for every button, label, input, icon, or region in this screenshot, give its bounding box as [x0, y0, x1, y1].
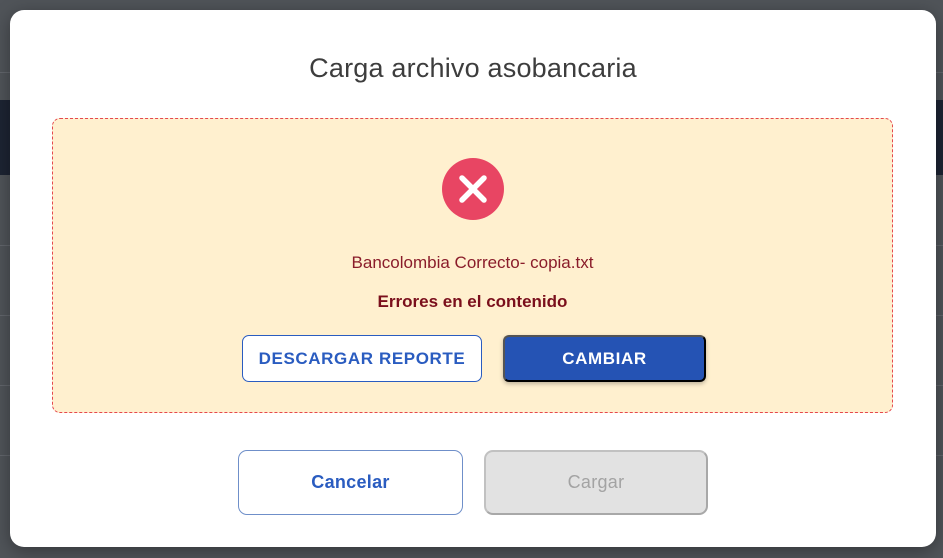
uploaded-file-name: Bancolombia Correcto- copia.txt [351, 253, 594, 272]
error-x-glyph [459, 175, 487, 203]
change-file-button[interactable]: CAMBIAR [503, 335, 706, 382]
upload-error-panel: Bancolombia Correcto- copia.txt Errores … [52, 118, 893, 413]
error-x-circle-icon [442, 158, 504, 220]
dialog-title: Carga archivo asobancaria [309, 53, 637, 83]
download-report-button[interactable]: DESCARGAR REPORTE [242, 335, 482, 382]
upload-dialog: Carga archivo asobancaria Bancolombia Co… [10, 10, 936, 547]
error-message: Errores en el contenido [377, 292, 568, 311]
load-button[interactable]: Cargar [484, 450, 708, 515]
cancel-button[interactable]: Cancelar [238, 450, 463, 515]
